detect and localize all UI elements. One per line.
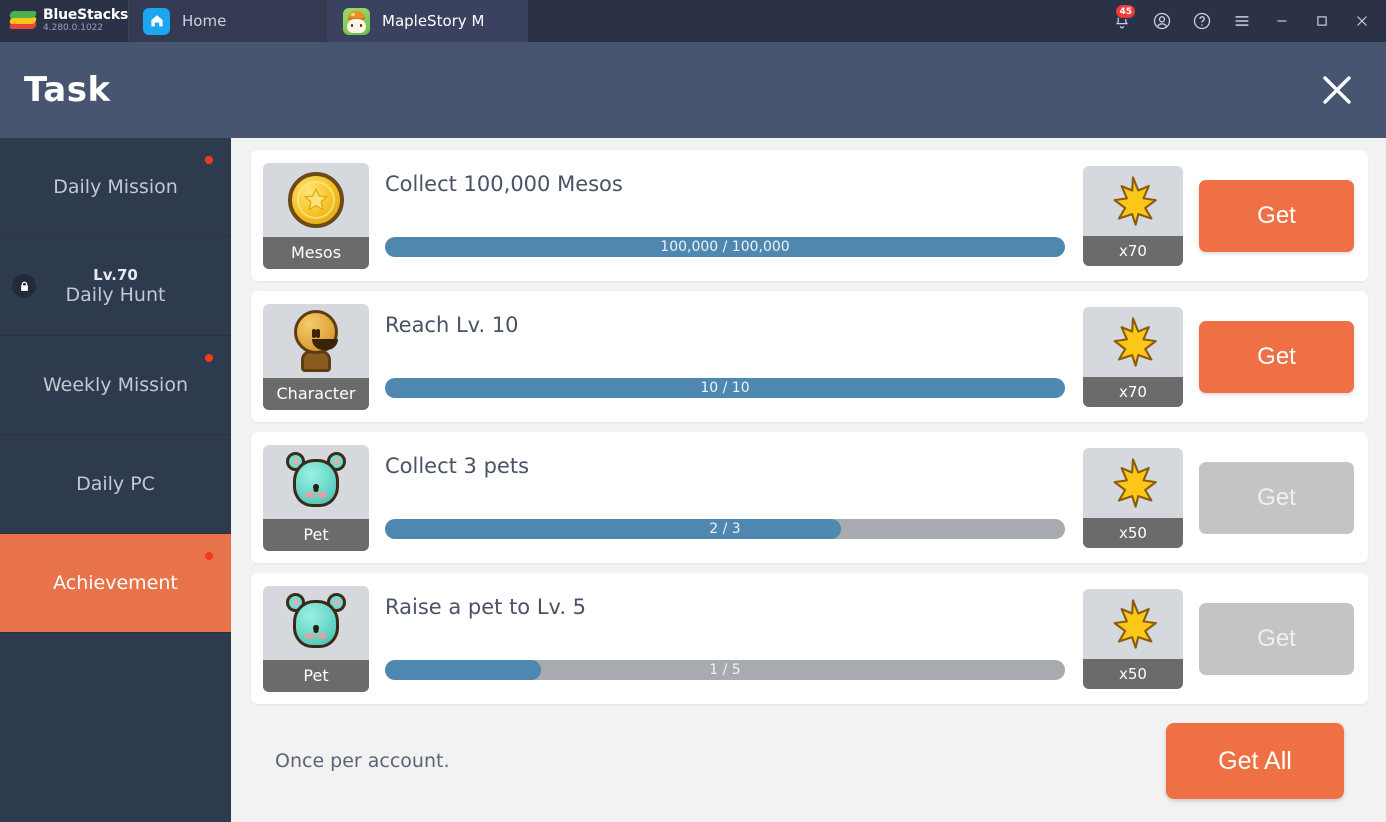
task-progress-bar: 100,000 / 100,000 bbox=[385, 237, 1065, 257]
task-progress-bar: 1 / 5 bbox=[385, 660, 1065, 680]
bluestacks-name: BlueStacks bbox=[43, 7, 129, 24]
task-icon-tile: Mesos bbox=[263, 162, 369, 269]
tab-home-label: Home bbox=[182, 12, 227, 30]
help-icon[interactable] bbox=[1182, 0, 1222, 42]
tab-home[interactable]: Home bbox=[128, 0, 328, 42]
menu-icon[interactable] bbox=[1222, 0, 1262, 42]
task-details: Collect 100,000 Mesos 100,000 / 100,000 bbox=[369, 150, 1083, 281]
sidebar-item-achievement[interactable]: Achievement bbox=[0, 534, 231, 633]
mesos-coin-icon bbox=[263, 163, 369, 237]
window-close-icon[interactable] bbox=[1342, 0, 1382, 42]
get-button: Get bbox=[1199, 602, 1354, 675]
maple-leaf-icon bbox=[1083, 307, 1183, 377]
task-row[interactable]: Pet Collect 3 pets 2 / 3 x50 Get bbox=[251, 432, 1368, 563]
maplestory-game-icon bbox=[343, 7, 370, 35]
task-row[interactable]: Mesos Collect 100,000 Mesos 100,000 / 10… bbox=[251, 150, 1368, 281]
task-reward-amount: x70 bbox=[1083, 376, 1183, 407]
sidebar-item-label: Weekly Mission bbox=[42, 373, 189, 396]
task-icon-label: Pet bbox=[263, 518, 369, 551]
task-row[interactable]: Pet Raise a pet to Lv. 5 1 / 5 x50 Get bbox=[251, 573, 1368, 704]
sidebar: Daily Mission Lv.70 Daily Hunt Weekly Mi… bbox=[0, 138, 231, 822]
task-progress-bar: 10 / 10 bbox=[385, 378, 1065, 398]
bluestacks-logo-icon bbox=[8, 10, 38, 32]
task-icon-tile: Pet bbox=[263, 585, 369, 692]
maple-leaf-icon bbox=[1083, 166, 1183, 236]
close-icon[interactable] bbox=[1314, 67, 1360, 113]
task-reward-tile: x70 bbox=[1083, 306, 1183, 407]
app-header: Task bbox=[0, 42, 1386, 138]
titlebar-spacer bbox=[528, 0, 1102, 42]
sidebar-item-daily-pc[interactable]: Daily PC bbox=[0, 435, 231, 534]
task-reward-amount: x50 bbox=[1083, 658, 1183, 689]
titlebar-actions: 45 bbox=[1102, 0, 1386, 42]
sidebar-item-weekly-mission[interactable]: Weekly Mission bbox=[0, 336, 231, 435]
task-progress-text: 2 / 3 bbox=[709, 521, 741, 537]
task-row[interactable]: Character Reach Lv. 10 10 / 10 x70 Get bbox=[251, 291, 1368, 422]
task-reward-amount: x70 bbox=[1083, 235, 1183, 266]
task-icon-label: Character bbox=[263, 377, 369, 410]
maple-leaf-icon bbox=[1083, 589, 1183, 659]
sidebar-item-label: Daily PC bbox=[76, 472, 155, 495]
bluestacks-brand: BlueStacks 4.280.0.1022 bbox=[0, 0, 128, 42]
task-reward-amount: x50 bbox=[1083, 517, 1183, 548]
character-face-icon bbox=[263, 304, 369, 378]
task-details: Raise a pet to Lv. 5 1 / 5 bbox=[369, 573, 1083, 704]
sidebar-item-label: Daily Hunt bbox=[65, 283, 166, 306]
task-icon-label: Pet bbox=[263, 659, 369, 692]
task-progress-text: 10 / 10 bbox=[700, 380, 750, 396]
get-button[interactable]: Get bbox=[1199, 320, 1354, 393]
sidebar-item-daily-hunt[interactable]: Lv.70 Daily Hunt bbox=[0, 237, 231, 336]
pet-mouse-icon bbox=[263, 445, 369, 519]
get-all-button[interactable]: Get All bbox=[1166, 723, 1344, 799]
task-list: Mesos Collect 100,000 Mesos 100,000 / 10… bbox=[251, 150, 1368, 704]
get-button[interactable]: Get bbox=[1199, 179, 1354, 252]
notifications-bell-icon[interactable]: 45 bbox=[1102, 0, 1142, 42]
task-progress-text: 100,000 / 100,000 bbox=[660, 239, 790, 255]
task-content: Mesos Collect 100,000 Mesos 100,000 / 10… bbox=[231, 138, 1386, 822]
task-title: Reach Lv. 10 bbox=[385, 313, 519, 337]
sidebar-item-label: Daily Mission bbox=[53, 175, 178, 198]
task-reward-tile: x50 bbox=[1083, 447, 1183, 548]
sidebar-item-label: Achievement bbox=[53, 571, 178, 594]
pet-mouse-icon bbox=[263, 586, 369, 660]
notification-dot bbox=[205, 156, 213, 164]
sidebar-item-daily-mission[interactable]: Daily Mission bbox=[0, 138, 231, 237]
task-progress-bar: 2 / 3 bbox=[385, 519, 1065, 539]
task-details: Collect 3 pets 2 / 3 bbox=[369, 432, 1083, 563]
task-progress-text: 1 / 5 bbox=[709, 662, 741, 678]
account-icon[interactable] bbox=[1142, 0, 1182, 42]
task-reward-tile: x50 bbox=[1083, 588, 1183, 689]
task-icon-tile: Character bbox=[263, 303, 369, 410]
task-details: Reach Lv. 10 10 / 10 bbox=[369, 291, 1083, 422]
page-title: Task bbox=[24, 70, 111, 110]
tab-maplestory-m[interactable]: MapleStory M bbox=[328, 0, 528, 42]
notification-dot bbox=[205, 354, 213, 362]
sidebar-item-sublabel: Lv.70 bbox=[93, 265, 138, 284]
notification-badge: 45 bbox=[1115, 4, 1136, 19]
tab-maplestory-m-label: MapleStory M bbox=[382, 12, 485, 30]
task-icon-tile: Pet bbox=[263, 444, 369, 551]
home-icon bbox=[143, 7, 170, 35]
get-button: Get bbox=[1199, 461, 1354, 534]
maple-leaf-icon bbox=[1083, 448, 1183, 518]
notification-dot bbox=[205, 552, 213, 560]
task-icon-label: Mesos bbox=[263, 236, 369, 269]
task-title: Collect 3 pets bbox=[385, 454, 530, 478]
lock-icon bbox=[12, 274, 36, 298]
bluestacks-version: 4.280.0.1022 bbox=[43, 23, 104, 34]
bluestacks-titlebar: BlueStacks 4.280.0.1022 Home MapleStory … bbox=[0, 0, 1386, 42]
task-title: Raise a pet to Lv. 5 bbox=[385, 595, 587, 619]
app-body: Daily Mission Lv.70 Daily Hunt Weekly Mi… bbox=[0, 138, 1386, 822]
minimize-icon[interactable] bbox=[1262, 0, 1302, 42]
task-title: Collect 100,000 Mesos bbox=[385, 172, 623, 196]
footer-note: Once per account. bbox=[275, 750, 450, 772]
task-footer: Once per account. Get All bbox=[251, 704, 1368, 822]
bluestacks-brand-text: BlueStacks 4.280.0.1022 bbox=[43, 8, 128, 33]
maximize-icon[interactable] bbox=[1302, 0, 1342, 42]
task-reward-tile: x70 bbox=[1083, 165, 1183, 266]
